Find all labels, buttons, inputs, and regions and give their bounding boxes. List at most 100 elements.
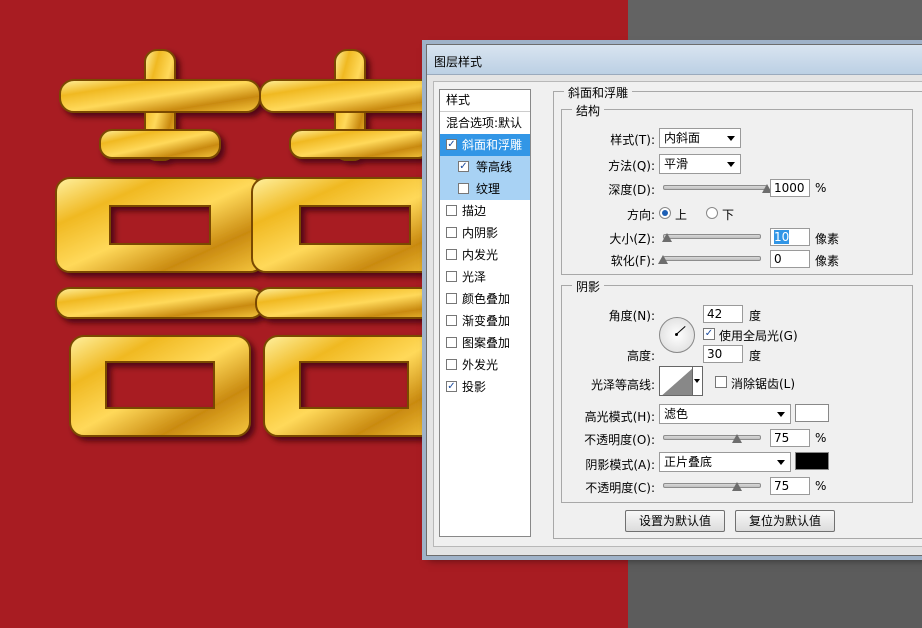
style-item-checkbox[interactable]	[446, 337, 457, 348]
soften-label: 软化(F):	[610, 254, 655, 268]
soften-unit: 像素	[815, 254, 840, 268]
style-item-label: 斜面和浮雕	[462, 138, 523, 152]
style-item-checkbox[interactable]: ✓	[446, 381, 457, 392]
dialog-titlebar[interactable]: 图层样式	[427, 45, 922, 75]
technique-select[interactable]: 平滑	[659, 154, 741, 174]
angle-unit: 度	[749, 309, 762, 323]
style-list: 样式 混合选项:默认 ✓ 斜面和浮雕 ✓ 等高线纹理描边内阴影内发光光泽颜色叠加渐变叠…	[439, 89, 531, 537]
gloss-contour-preview[interactable]	[659, 366, 693, 396]
shadow-opacity-input[interactable]: 75	[770, 477, 810, 495]
technique-label: 方法(Q):	[608, 159, 655, 173]
style-item[interactable]: ✓ 斜面和浮雕	[440, 134, 530, 156]
style-item[interactable]: 渐变叠加	[440, 310, 530, 332]
depth-slider[interactable]	[663, 182, 772, 194]
shadow-mode-value: 正片叠底	[664, 455, 713, 469]
reset-default-button[interactable]: 复位为默认值	[735, 510, 835, 532]
style-item[interactable]: 颜色叠加	[440, 288, 530, 310]
chevron-down-icon	[727, 136, 735, 141]
highlight-opacity-slider[interactable]	[663, 432, 761, 444]
style-item-label: 投影	[462, 380, 487, 394]
style-item-label: 内发光	[462, 248, 499, 262]
style-item-checkbox[interactable]	[446, 315, 457, 326]
angle-input[interactable]: 42	[703, 305, 743, 323]
depth-unit: %	[815, 181, 827, 195]
soften-slider[interactable]	[658, 253, 761, 265]
style-select[interactable]: 内斜面	[659, 128, 741, 148]
altitude-unit: 度	[749, 349, 762, 363]
size-slider-thumb[interactable]	[661, 233, 672, 242]
gloss-contour-dropdown[interactable]	[693, 366, 703, 396]
linear-contour-icon	[660, 367, 692, 395]
direction-down-radio[interactable]	[706, 207, 718, 219]
size-input[interactable]: 10	[770, 228, 810, 246]
direction-up-radio[interactable]	[659, 207, 671, 219]
chevron-down-icon	[777, 460, 785, 465]
style-item[interactable]: 外发光	[440, 354, 530, 376]
style-item[interactable]: 图案叠加	[440, 332, 530, 354]
layer-style-dialog: 图层样式 样式 混合选项:默认 ✓ 斜面和浮雕 ✓ 等高线纹理描边内阴影内发光光泽颜色…	[426, 44, 922, 556]
style-item-checkbox[interactable]	[446, 227, 457, 238]
style-item-checkbox[interactable]	[446, 205, 457, 216]
shadow-opacity-slider[interactable]	[663, 480, 761, 492]
size-unit: 像素	[815, 232, 840, 246]
soften-slider-thumb[interactable]	[658, 255, 668, 264]
style-item[interactable]: 光泽	[440, 266, 530, 288]
make-default-button[interactable]: 设置为默认值	[625, 510, 725, 532]
shadow-opacity-thumb[interactable]	[731, 482, 742, 491]
anti-alias-label[interactable]: 消除锯齿(L)	[731, 375, 795, 392]
shadow-opacity-unit: %	[815, 479, 827, 493]
style-item-checkbox[interactable]	[446, 249, 457, 260]
style-item[interactable]: 内阴影	[440, 222, 530, 244]
style-item-checkbox[interactable]	[446, 359, 457, 370]
style-item-label: 等高线	[476, 160, 513, 174]
style-item-checkbox[interactable]: ✓	[458, 161, 469, 172]
style-item-checkbox[interactable]: ✓	[446, 139, 457, 150]
highlight-opacity-input[interactable]: 75	[770, 429, 810, 447]
chevron-down-icon	[727, 162, 735, 167]
style-item-label: 外发光	[462, 358, 499, 372]
style-item-checkbox[interactable]	[446, 293, 457, 304]
style-item-checkbox[interactable]	[458, 183, 469, 194]
shadow-mode-select[interactable]: 正片叠底	[659, 452, 791, 472]
highlight-mode-value: 滤色	[664, 407, 689, 421]
style-item[interactable]: ✓ 等高线	[440, 156, 530, 178]
style-item[interactable]: 描边	[440, 200, 530, 222]
direction-up-label[interactable]: 上	[675, 206, 687, 223]
dialog-title: 图层样式	[434, 55, 483, 69]
style-select-value: 内斜面	[664, 131, 701, 145]
highlight-opacity-thumb[interactable]	[731, 434, 742, 443]
shading-title: 阴影	[572, 278, 605, 295]
style-item[interactable]: ✓ 投影	[440, 376, 530, 398]
shadow-opacity-label: 不透明度(C):	[585, 481, 655, 495]
style-item-label: 光泽	[462, 270, 487, 284]
direction-down-label[interactable]: 下	[722, 206, 734, 223]
size-slider[interactable]	[661, 231, 761, 243]
anti-alias-checkbox[interactable]	[715, 376, 727, 388]
style-item-blending-options[interactable]: 混合选项:默认	[440, 112, 530, 134]
highlight-mode-select[interactable]: 滤色	[659, 404, 791, 424]
size-label: 大小(Z):	[609, 232, 655, 246]
style-item-label: 渐变叠加	[462, 314, 511, 328]
depth-label: 深度(D):	[608, 183, 655, 197]
style-item-checkbox[interactable]	[446, 271, 457, 282]
altitude-input[interactable]: 30	[703, 345, 743, 363]
gloss-contour-label: 光泽等高线:	[590, 378, 655, 392]
style-list-header[interactable]: 样式	[440, 90, 530, 112]
soften-input[interactable]: 0	[770, 250, 810, 268]
global-light-checkbox[interactable]: ✓	[703, 328, 715, 340]
highlight-color-swatch[interactable]	[795, 404, 829, 422]
angle-label: 角度(N):	[608, 309, 655, 323]
style-item-label: 纹理	[476, 182, 501, 196]
shadow-mode-label: 阴影模式(A):	[585, 458, 655, 472]
shadow-color-swatch[interactable]	[795, 452, 829, 470]
depth-input[interactable]: 1000	[770, 179, 810, 197]
angle-dial[interactable]	[659, 317, 695, 353]
direction-label: 方向:	[626, 208, 655, 222]
style-item[interactable]: 纹理	[440, 178, 530, 200]
style-item-label: 内阴影	[462, 226, 499, 240]
global-light-label[interactable]: 使用全局光(G)	[719, 327, 798, 344]
highlight-opacity-unit: %	[815, 431, 827, 445]
style-item-label: 描边	[462, 204, 487, 218]
chevron-down-icon	[777, 412, 785, 417]
style-item[interactable]: 内发光	[440, 244, 530, 266]
